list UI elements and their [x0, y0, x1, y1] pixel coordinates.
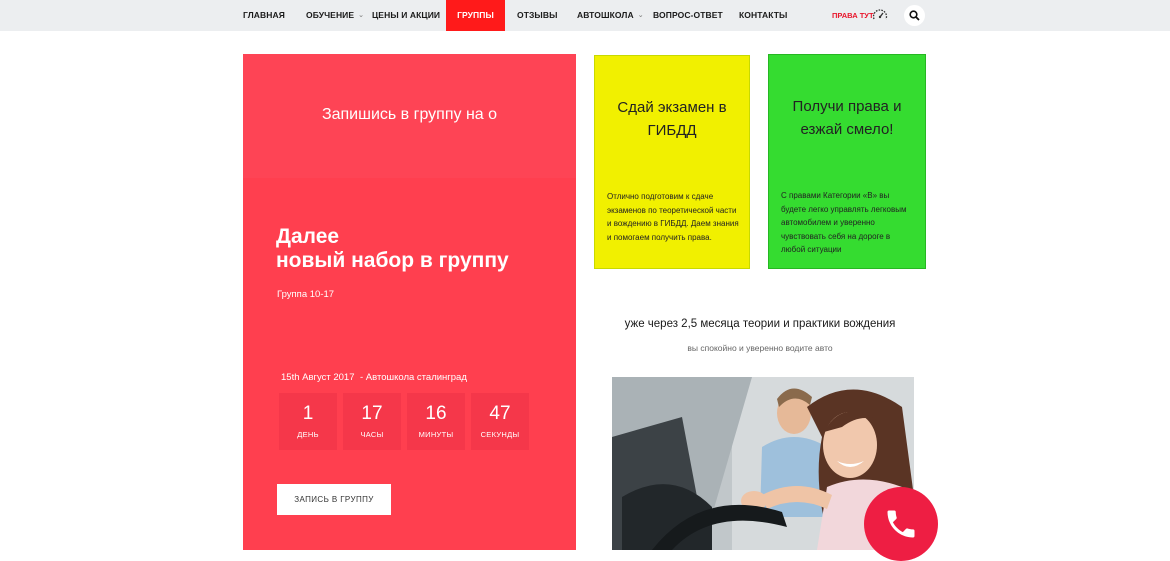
group-number: Группа 10-17 [277, 289, 335, 300]
nav-item-label: АВТОШКОЛА [577, 10, 634, 20]
countdown-label: МИНУТЫ [418, 430, 454, 439]
card-text: С правами Категории «В» вы будете легко … [781, 191, 907, 255]
nav-item-label: ГЛАВНАЯ [243, 10, 285, 20]
nav-item-driving-school[interactable]: АВТОШКОЛА ⌄ [577, 0, 644, 31]
card-title-line-1: Получи права и [792, 98, 902, 115]
search-icon [909, 10, 920, 21]
nav-item-label: ОТЗЫВЫ [517, 10, 558, 20]
countdown-value: 1 [302, 403, 314, 424]
card-title: Сдай экзамен в ГИБДД [595, 96, 749, 142]
signup-title: Запишись в группу на о [321, 106, 498, 123]
nav-item-home[interactable]: ГЛАВНАЯ [243, 0, 285, 31]
nav-item-groups[interactable]: ГРУППЫ [446, 0, 505, 31]
speedometer-icon[interactable] [872, 8, 888, 22]
countdown-days: 1 ДЕНЬ [279, 393, 337, 450]
promo-subline: вы спокойно и уверенно водите авто [687, 343, 833, 353]
nav-item-label: ЦЕНЫ И АКЦИИ [372, 10, 441, 20]
rights-link[interactable]: ПРАВА ТУТ [832, 0, 874, 31]
start-date: 15th Август 2017 [281, 372, 355, 383]
nav-item-faq[interactable]: ВОПРОС-ОТВЕТ [653, 0, 723, 31]
countdown-label: СЕКУНДЫ [480, 430, 520, 439]
nav-item-label: ОБУЧЕНИЕ [306, 10, 355, 20]
chevron-down-icon: ⌄ [637, 12, 644, 19]
heading-line-1: Далее [276, 225, 340, 248]
countdown-label: ЧАСЫ [360, 430, 384, 439]
nav-item-reviews[interactable]: ОТЗЫВЫ [517, 0, 558, 31]
phone-icon [887, 510, 915, 538]
card-title-line-1: Сдай экзамен в [617, 99, 727, 116]
countdown-hours: 17 ЧАСЫ [343, 393, 401, 450]
card-title: Получи права и езжай смело! [769, 95, 925, 141]
nav-item-label: КОНТАКТЫ [739, 10, 788, 20]
exam-card: Сдай экзамен в ГИБДД Отлично подготовим … [594, 55, 750, 269]
nav-item-prices[interactable]: ЦЕНЫ И АКЦИИ [372, 0, 440, 31]
search-button[interactable] [904, 5, 925, 26]
card-title-line-2: ГИБДД [647, 122, 697, 139]
promo-headline: уже через 2,5 месяца теории и практики в… [624, 318, 896, 330]
nav-item-training[interactable]: ОБУЧЕНИЕ ⌄ [306, 0, 364, 31]
countdown-minutes: 16 МИНУТЫ [407, 393, 465, 450]
heading-line-2: новый набор в группу [276, 249, 509, 272]
countdown-label: ДЕНЬ [297, 430, 319, 439]
nav-item-contacts[interactable]: КОНТАКТЫ [739, 0, 787, 31]
license-card: Получи права и езжай смело! С правами Ка… [768, 54, 926, 269]
card-text: Отлично подготовим к сдаче экзаменов по … [607, 192, 739, 242]
location: - Автошкола сталинград [360, 372, 467, 383]
countdown-value: 47 [489, 403, 511, 424]
chevron-down-icon: ⌄ [358, 12, 365, 19]
countdown-seconds: 47 СЕКУНДЫ [471, 393, 529, 450]
card-title-line-2: езжай смело! [800, 121, 894, 138]
enroll-button[interactable]: ЗАПИСЬ В ГРУППУ [277, 484, 391, 515]
group-signup-panel: Запишись в группу на о Далее новый набор… [243, 54, 576, 550]
top-navigation: ГЛАВНАЯ ОБУЧЕНИЕ ⌄ ЦЕНЫ И АКЦИИ ГРУППЫ ОТ… [0, 0, 1170, 31]
countdown-value: 16 [425, 403, 447, 424]
nav-item-label: ГРУППЫ [457, 10, 494, 20]
countdown-value: 17 [361, 403, 383, 424]
next-group-heading: Далее новый набор в группу [276, 225, 566, 273]
nav-item-label: ВОПРОС-ОТВЕТ [653, 10, 723, 20]
